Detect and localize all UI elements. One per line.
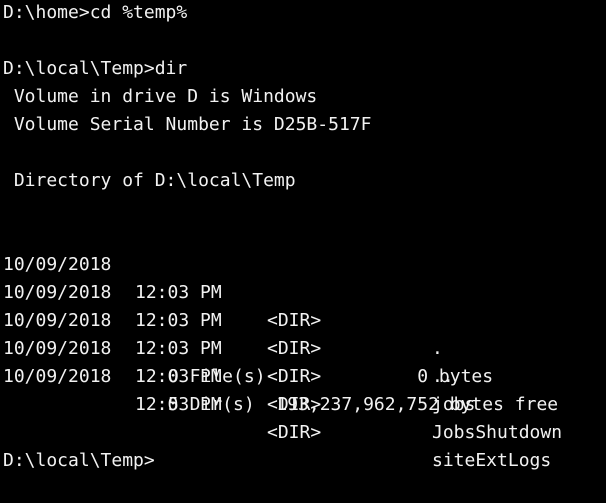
entry-date: 10/09/2018 [3, 366, 112, 387]
entry-type: <DIR> [267, 422, 322, 443]
volume-label-line: Volume in drive D is Windows [3, 86, 318, 107]
entry-name: siteExtLogs [432, 450, 552, 471]
files-summary-line: 0 File(s) 0 bytes [168, 366, 494, 387]
dirs-summary-line: 5 Dir(s) 193,237,962,752 bytes free [168, 394, 559, 415]
command-line-cd: D:\home>cd %temp% [3, 2, 188, 23]
command-line-dir: D:\local\Temp>dir [3, 58, 188, 79]
volume-serial-line: Volume Serial Number is D25B-517F [3, 114, 372, 135]
command-prompt[interactable]: D:\local\Temp> [3, 447, 155, 475]
entry-name: JobsShutdown [432, 422, 563, 443]
directory-of-line: Directory of D:\local\Temp [3, 170, 296, 191]
terminal-window[interactable]: D:\home>cd %temp% D:\local\Temp>dir Volu… [0, 0, 606, 478]
dir-entry-row: 10/09/2018 12:03 PM <DIR> .. [3, 251, 603, 387]
dir-entry-row: 10/09/2018 12:03 PM <DIR> JobsShutdown [3, 307, 603, 443]
dir-entry-row: 10/09/2018 12:03 PM <DIR> siteExtLogs [3, 335, 603, 471]
dir-entry-row: 10/09/2018 12:03 PM <DIR> jobs [3, 279, 603, 415]
dir-entry-row: 10/09/2018 12:03 PM <DIR> . [3, 223, 603, 359]
